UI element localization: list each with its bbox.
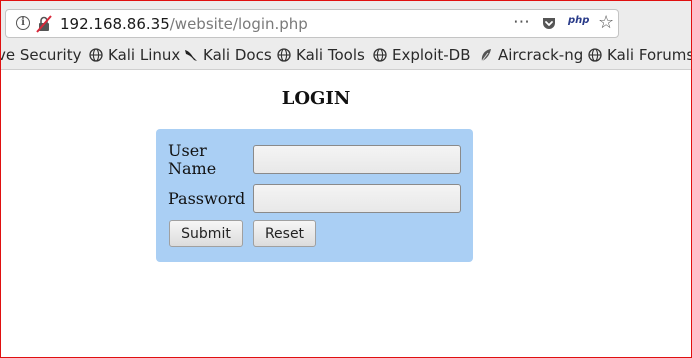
insecure-lock-icon[interactable] <box>36 15 52 33</box>
bookmark-item-kali-tools[interactable]: Kali Tools <box>277 46 365 64</box>
bookmark-label: Aircrack-ng <box>498 46 584 64</box>
bookmarks-toolbar: ve Security Kali Linux Kali Docs Kali To… <box>1 43 691 67</box>
login-form: User Name Password Submit Reset <box>156 129 473 262</box>
bookmark-item-exploit-db[interactable]: Exploit-DB <box>373 46 471 64</box>
bookmark-label: Kali Linux <box>108 46 181 64</box>
globe-icon <box>277 48 291 62</box>
php-extension-icon[interactable]: php <box>568 15 589 26</box>
pocket-icon[interactable] <box>541 15 557 31</box>
bookmark-item-kali-docs[interactable]: Kali Docs <box>184 46 272 64</box>
reset-button[interactable]: Reset <box>253 220 316 247</box>
password-label: Password <box>168 189 246 208</box>
bookmark-item-kali-forums[interactable]: Kali Forums <box>588 46 691 64</box>
bookmark-label: ve Security <box>1 46 82 64</box>
bookmark-label: Kali Tools <box>296 46 365 64</box>
bookmark-item-vulnerable-security[interactable]: ve Security <box>1 46 81 64</box>
bookmark-label: Kali Docs <box>203 46 272 64</box>
address-bar[interactable]: i 192.168.86.35/website/login.php ⋯ php … <box>5 9 619 38</box>
bookmark-item-kali-linux[interactable]: Kali Linux <box>89 46 180 64</box>
page-actions-icon[interactable]: ⋯ <box>513 12 530 32</box>
url-host: 192.168.86.35 <box>60 15 170 33</box>
submit-button[interactable]: Submit <box>169 220 243 247</box>
bookmark-star-icon[interactable]: ☆ <box>598 13 614 33</box>
bookmark-item-aircrack-ng[interactable]: Aircrack-ng <box>479 46 583 64</box>
username-label-line1: User <box>168 141 207 160</box>
bookmark-label: Exploit-DB <box>392 46 471 64</box>
aircrack-icon <box>481 49 491 62</box>
password-input[interactable] <box>253 184 461 213</box>
browser-chrome: i 192.168.86.35/website/login.php ⋯ php … <box>1 1 691 70</box>
username-label-line2: Name <box>168 159 217 178</box>
kali-dragon-icon <box>185 50 197 61</box>
info-icon[interactable]: i <box>16 16 30 30</box>
globe-icon <box>588 48 602 62</box>
url-path: /website/login.php <box>169 15 308 33</box>
bookmark-label: Kali Forums <box>607 46 691 64</box>
username-label: User Name <box>168 142 216 178</box>
globe-icon <box>373 48 387 62</box>
username-input[interactable] <box>253 145 461 174</box>
globe-icon <box>89 48 103 62</box>
url-text[interactable]: 192.168.86.35/website/login.php <box>60 14 308 34</box>
page-title: LOGIN <box>281 88 351 109</box>
